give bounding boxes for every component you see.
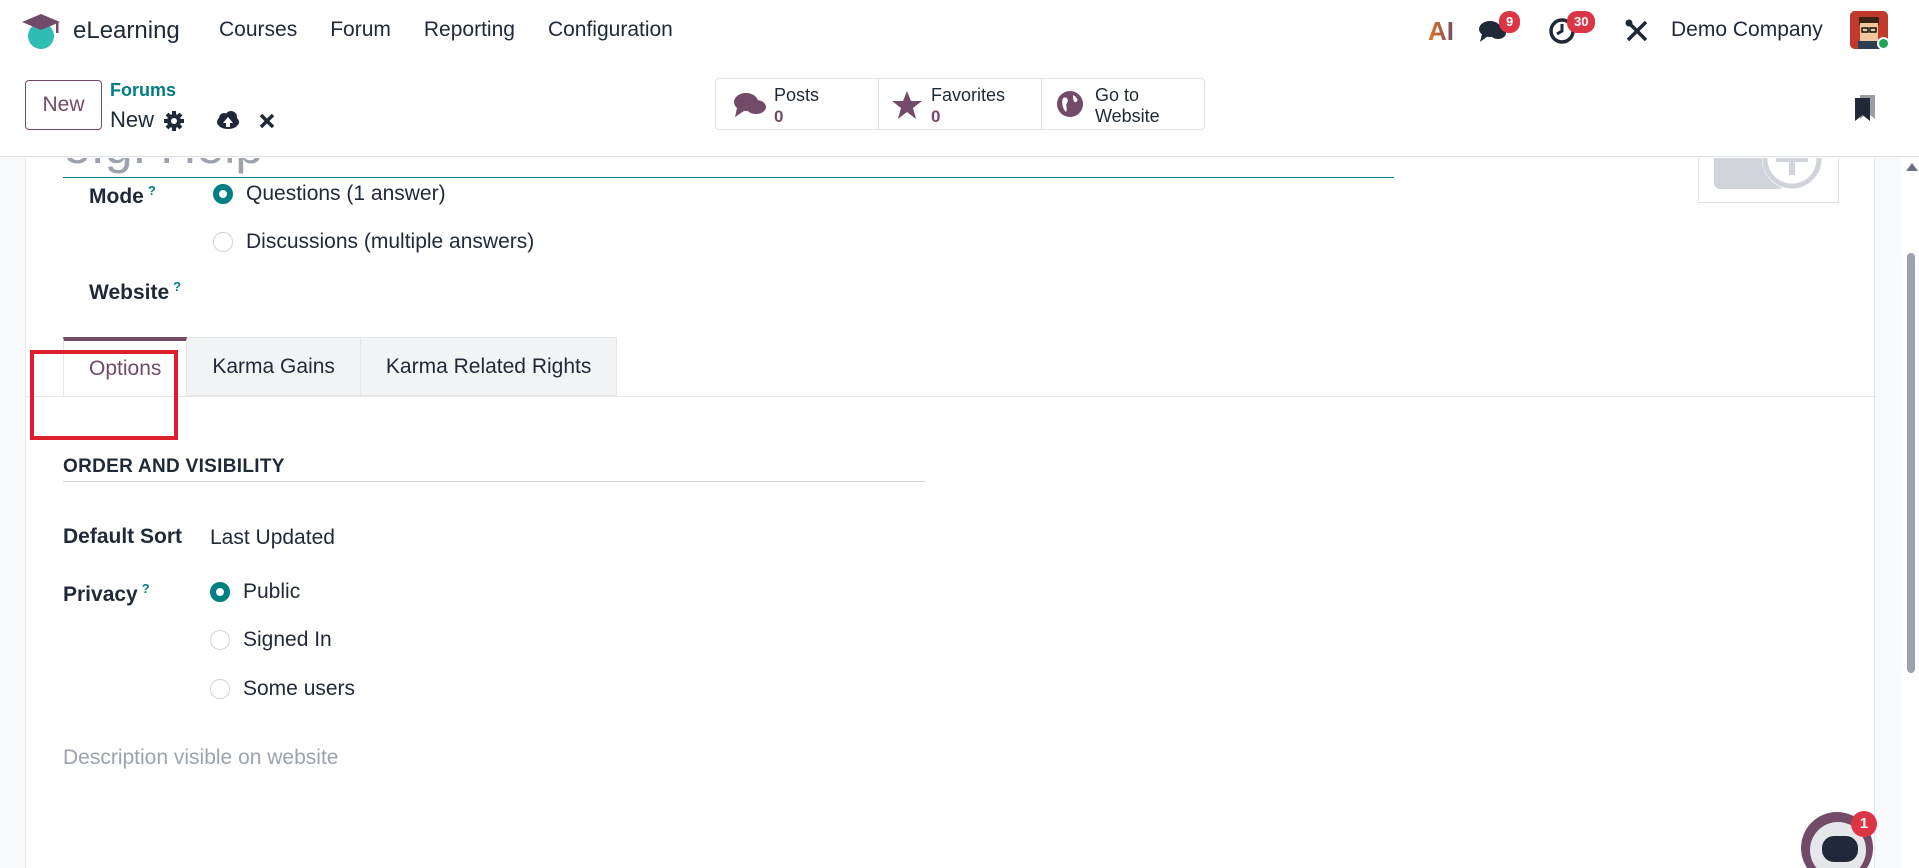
comments-icon — [734, 93, 766, 117]
forum-name-input[interactable]: e.g. Help — [63, 158, 1394, 178]
radio-checked-icon[interactable] — [213, 184, 233, 204]
mode-option-questions-label: Questions (1 answer) — [246, 182, 446, 205]
company-switcher[interactable]: Demo Company — [1671, 18, 1823, 42]
default-sort-label: Default Sort — [63, 525, 183, 548]
tools-icon — [1625, 19, 1648, 42]
globe-icon — [1057, 91, 1083, 117]
tabs-divider — [26, 396, 1876, 397]
app-name: eLearning — [73, 17, 180, 44]
forum-image-upload[interactable] — [1698, 158, 1839, 203]
scrollbar-thumb[interactable] — [1907, 253, 1915, 673]
privacy-help-tooltip[interactable]: ? — [142, 581, 150, 596]
privacy-option-some-users-label: Some users — [243, 677, 356, 700]
tab-karma-related-rights[interactable]: Karma Related Rights — [360, 337, 618, 396]
mode-help-tooltip[interactable]: ? — [148, 183, 156, 198]
online-status-dot — [1877, 37, 1890, 50]
forum-name-placeholder: e.g. Help — [63, 158, 263, 174]
add-image-icon — [1714, 158, 1822, 189]
mode-option-discussions-label: Discussions (multiple answers) — [246, 230, 535, 253]
website-field[interactable] — [213, 276, 813, 308]
favorites-smart-button[interactable]: Favorites 0 — [879, 79, 1042, 129]
cloud-upload-icon[interactable] — [215, 110, 241, 132]
scroll-up-arrow-icon[interactable] — [1906, 163, 1918, 171]
go-to-website-smart-button[interactable]: Go to Website — [1042, 79, 1204, 129]
control-panel: New Forums New Posts 0 Favorites 0 Go to… — [0, 62, 1919, 157]
activities-badge: 30 — [1567, 11, 1596, 33]
menu-forum[interactable]: Forum — [330, 18, 391, 42]
mode-label: Mode? — [89, 183, 156, 208]
messages-badge: 9 — [1499, 11, 1521, 33]
description-field[interactable]: Description visible on website — [63, 746, 338, 770]
app-brand[interactable]: eLearning — [20, 12, 180, 50]
website-label: Website — [1095, 106, 1160, 126]
radio-checked-icon[interactable] — [210, 582, 230, 602]
tab-karma-gains[interactable]: Karma Gains — [187, 337, 361, 396]
menu-reporting[interactable]: Reporting — [424, 18, 515, 42]
bookmark-icon[interactable] — [1853, 93, 1877, 121]
star-icon — [892, 91, 922, 119]
menu-courses[interactable]: Courses — [219, 18, 297, 42]
radio-unchecked-icon[interactable] — [213, 232, 233, 252]
go-to-label: Go to — [1095, 85, 1140, 105]
form-sheet: e.g. Help Mode? Questions (1 answer) Dis… — [25, 158, 1876, 868]
privacy-option-signed-in[interactable]: Signed In — [210, 628, 332, 652]
privacy-option-public[interactable]: Public — [210, 580, 300, 604]
vertical-scrollbar[interactable] — [1901, 158, 1919, 868]
radio-unchecked-icon[interactable] — [210, 679, 230, 699]
menu-configuration[interactable]: Configuration — [548, 18, 673, 42]
options-tab-highlight-box — [30, 350, 178, 440]
default-sort-select[interactable]: Last Updated — [210, 526, 335, 550]
posts-label: Posts — [774, 85, 820, 105]
form-view: e.g. Help Mode? Questions (1 answer) Dis… — [0, 158, 1919, 868]
posts-count: 0 — [774, 107, 784, 126]
main-menu: Courses Forum Reporting Configuration — [219, 18, 706, 42]
ai-button[interactable]: AI — [1428, 10, 1454, 52]
favorites-count: 0 — [931, 107, 941, 126]
radio-unchecked-icon[interactable] — [210, 630, 230, 650]
mode-option-discussions[interactable]: Discussions (multiple answers) — [213, 230, 534, 254]
chatbot-badge: 1 — [1851, 811, 1877, 837]
website-help-tooltip[interactable]: ? — [173, 279, 181, 294]
privacy-option-signed-in-label: Signed In — [243, 628, 332, 651]
privacy-label: Privacy? — [63, 581, 150, 606]
mode-option-questions[interactable]: Questions (1 answer) — [213, 182, 446, 206]
top-navbar: eLearning Courses Forum Reporting Config… — [0, 0, 1919, 62]
new-button[interactable]: New — [25, 80, 102, 130]
website-label: Website? — [89, 279, 182, 304]
breadcrumb-forums[interactable]: Forums — [110, 80, 176, 101]
section-divider — [63, 481, 925, 482]
ai-icon: AI — [1428, 15, 1454, 46]
discard-close-icon[interactable] — [259, 113, 275, 129]
gear-icon[interactable] — [163, 110, 185, 132]
settings-tools-button[interactable] — [1624, 10, 1650, 52]
graduation-cap-icon — [22, 14, 60, 49]
privacy-option-public-label: Public — [243, 580, 301, 603]
smart-buttons: Posts 0 Favorites 0 Go to Website — [715, 78, 1205, 130]
record-name: New — [110, 107, 155, 132]
favorites-label: Favorites — [931, 85, 1006, 105]
section-order-visibility: ORDER AND VISIBILITY — [63, 456, 285, 477]
privacy-option-some-users[interactable]: Some users — [210, 677, 355, 701]
posts-smart-button[interactable]: Posts 0 — [716, 79, 879, 129]
robot-face-icon — [1822, 836, 1858, 862]
